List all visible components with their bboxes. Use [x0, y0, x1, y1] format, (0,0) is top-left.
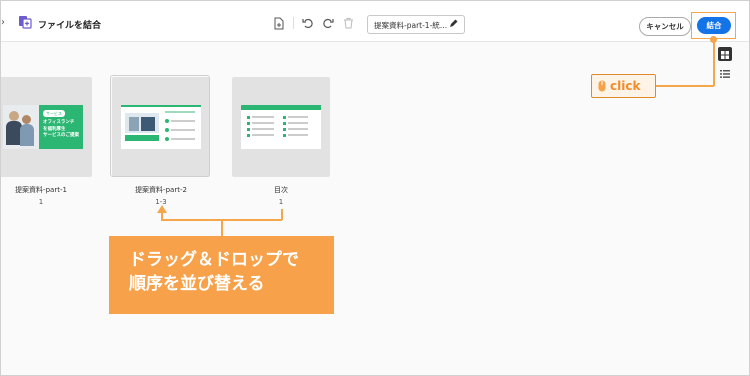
app-title: ファイルを結合	[38, 21, 102, 31]
arrow-up-icon	[157, 205, 167, 213]
toolbar: › ファイルを結合 提案資料-part-1-統… キャンセル 結合	[1, 1, 749, 42]
bracket-line	[221, 219, 223, 236]
undo-icon[interactable]	[301, 16, 315, 30]
bracket-line	[281, 209, 283, 220]
slide-preview: サービス オフィスランチ を福利厚生 サービスのご提案	[3, 105, 83, 149]
click-callout: click	[591, 74, 656, 98]
combine-files-window: › ファイルを結合 提案資料-part-1-統… キャンセル 結合 click …	[0, 0, 750, 376]
connector-dot	[710, 36, 717, 43]
page-name: 提案資料-part-1	[15, 186, 67, 194]
slide-preview	[241, 105, 321, 149]
click-label: click	[610, 79, 641, 93]
connector-line	[656, 85, 714, 87]
slide-preview	[121, 105, 201, 149]
slide-text: オフィスランチ を福利厚生 サービスのご提案	[43, 120, 79, 140]
page-name: 提案資料-part-2	[135, 186, 187, 194]
page-thumbnail[interactable]	[110, 75, 210, 177]
slide-line: オフィスランチ	[43, 120, 75, 125]
callout-line: 順序を並び替える	[129, 274, 265, 294]
slide-banner: サービス	[43, 110, 65, 117]
redo-icon[interactable]	[321, 16, 335, 30]
pencil-icon[interactable]	[449, 19, 458, 28]
page-thumbnail[interactable]	[232, 77, 330, 177]
list-view-icon[interactable]	[718, 65, 732, 78]
filename-field[interactable]: 提案資料-part-1-統…	[367, 15, 465, 34]
delete-icon[interactable]	[341, 16, 355, 30]
combine-button-highlight	[691, 12, 736, 39]
mouse-icon	[598, 80, 606, 92]
grid-view-icon[interactable]	[718, 47, 732, 61]
page-name: 目次	[274, 186, 288, 194]
page-range: 1	[278, 198, 284, 206]
page-range: 1	[38, 198, 44, 206]
cancel-button[interactable]: キャンセル	[639, 17, 691, 36]
connector-line	[713, 39, 715, 86]
filename-text: 提案資料-part-1-統…	[374, 21, 448, 30]
combine-files-icon	[19, 16, 32, 29]
add-file-icon[interactable]	[272, 16, 286, 30]
slide-line: サービスのご提案	[43, 133, 79, 138]
page-thumbnail[interactable]: サービス オフィスランチ を福利厚生 サービスのご提案	[1, 77, 92, 177]
callout-line: ドラッグ＆ドロップで	[129, 250, 299, 270]
drag-drop-callout: ドラッグ＆ドロップで 順序を並び替える	[109, 236, 334, 314]
back-chevron-icon[interactable]: ›	[1, 17, 5, 28]
toolbar-divider	[293, 17, 294, 29]
